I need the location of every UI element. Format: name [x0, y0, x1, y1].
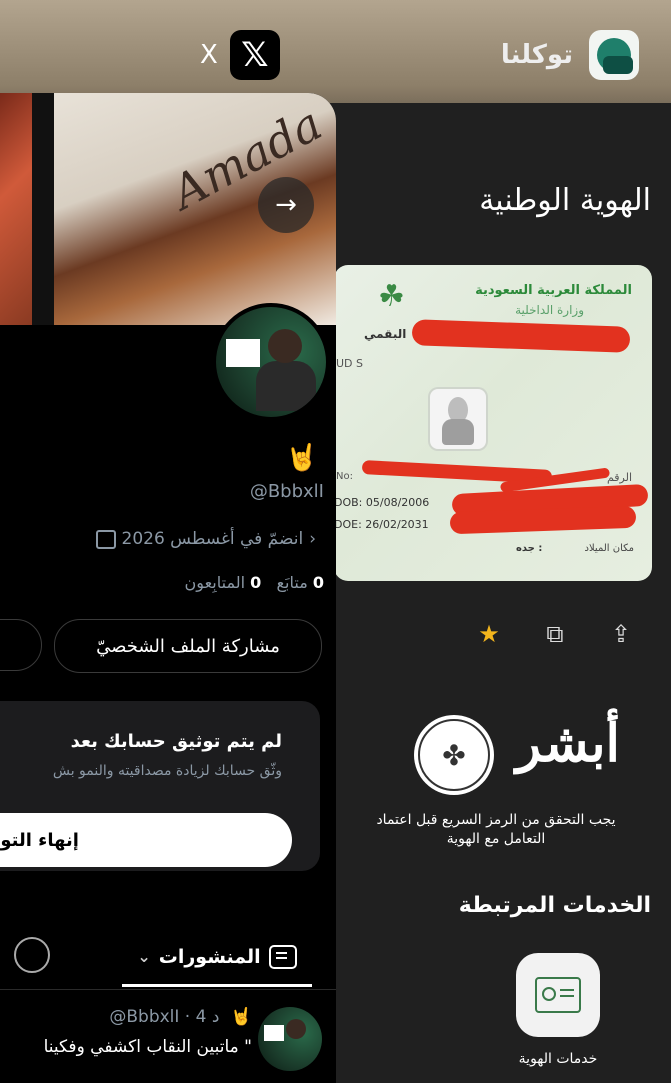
related-services-title: الخدمات المرتبطة [458, 893, 651, 918]
tab-posts[interactable]: المنشورات ⌄ [122, 929, 312, 987]
saudi-emblem-icon: ☘ [378, 279, 405, 314]
national-id-card-image[interactable]: ☘ المملكة العربية السعودية وزارة الداخلي… [334, 265, 652, 581]
post-author-emoji: 🤘 [230, 1007, 252, 1027]
finish-verification-button[interactable]: إنهاء التوثيق [0, 813, 292, 867]
id-birthplace-label: مكان الميلاد [584, 543, 635, 554]
id-card-actions: ★ ⧉ ⇪ [472, 617, 638, 651]
share-profile-button[interactable]: مشاركة الملف الشخصيّ [54, 619, 322, 673]
tawakkalna-app-icon[interactable] [589, 30, 639, 80]
post-item[interactable]: @BbbxlI · 4 د 🤘 " ماتبين النقاب اكشفي وف… [0, 997, 336, 1083]
verify-title: لم يتم توثيق حسابك بعد [70, 731, 282, 752]
followers-count: 0 [250, 573, 262, 592]
redaction-mark [411, 319, 631, 353]
close-app-icon[interactable]: X [200, 40, 218, 70]
banner-image [0, 93, 32, 325]
post-avatar[interactable] [258, 1007, 322, 1071]
follow-counts[interactable]: 0 متابَع 0 المتابِعون [185, 573, 324, 592]
id-card-icon [535, 977, 581, 1013]
x-app-icon[interactable]: 𝕏 [229, 30, 280, 80]
followers-label: المتابِعون [184, 573, 246, 592]
profile-banner[interactable]: Amada → [0, 93, 336, 325]
verify-subtitle: وثّق حسابك لزيادة مصداقيته والنمو بش [52, 763, 282, 779]
id-photo [430, 389, 486, 449]
chevron-left-icon: ‹ [309, 529, 316, 549]
id-services-label: خدمات الهوية [518, 1051, 598, 1067]
following-count: 0 [312, 573, 324, 592]
next-arrow-icon[interactable]: → [258, 177, 314, 233]
post-text: " ماتبين النقاب اكشفي وفكينا [43, 1037, 252, 1057]
page-title: الهوية الوطنية [479, 183, 651, 218]
tawakkalna-app-label[interactable]: توكلنا [501, 22, 639, 88]
copy-icon[interactable]: ⧉ [538, 617, 572, 651]
replies-bubble-icon[interactable] [14, 937, 50, 973]
calendar-icon [95, 529, 116, 549]
id-name-en: UD S [336, 357, 364, 370]
profile-secondary-button[interactable]: ت [0, 619, 42, 671]
verify-account-card: لم يتم توثيق حسابك بعد وثّق حسابك لزيادة… [0, 701, 320, 871]
qr-verify-notice: يجب التحقق من الرمز السريع قبل اعتماد ال… [376, 812, 616, 847]
id-kingdom-text: المملكة العربية السعودية [475, 283, 632, 298]
id-dob: DOB: 05/08/2006 [334, 496, 430, 509]
id-birthplace-value: : جده [516, 543, 543, 554]
ministry-seal-icon: ✤ [414, 715, 494, 795]
x-app-card[interactable]: Amada → 🤘 @BbbxlI ‹ انضمّ في أغسطس 2026 … [0, 93, 336, 1083]
joined-date: ‹ انضمّ في أغسطس 2026 [95, 529, 316, 549]
chevron-down-icon[interactable]: ⌄ [137, 947, 150, 966]
post-meta: @BbbxlI · 4 د 🤘 [109, 1007, 252, 1027]
id-ministry-text: وزارة الداخلية [515, 303, 584, 317]
tab-posts-label: المنشورات [158, 945, 261, 968]
absher-logo: أبشر [516, 713, 624, 774]
tawakkalna-app-name: توكلنا [500, 40, 573, 70]
id-name-ar: البقمي [364, 327, 407, 341]
id-number-label-en: No: [336, 471, 353, 482]
star-icon[interactable]: ★ [472, 617, 506, 651]
display-name-emoji: 🤘 [285, 443, 318, 473]
posts-icon [268, 944, 297, 969]
post-handle-time: @BbbxlI · 4 د [109, 1007, 220, 1027]
profile-tabs: المنشورات ⌄ [0, 929, 336, 990]
profile-avatar[interactable] [212, 303, 330, 421]
profile-handle: @BbbxlI [249, 481, 324, 502]
id-number-label-ar: الرقم [606, 471, 632, 484]
banner-separator [32, 93, 54, 325]
joined-date-text: انضمّ في أغسطس 2026 [121, 529, 304, 549]
id-services-button[interactable] [516, 953, 600, 1037]
following-label: متابَع [276, 573, 308, 592]
id-doe: DOE: 26/02/2031 [334, 518, 429, 531]
twitter-app-label[interactable]: X 𝕏 [200, 22, 280, 88]
share-icon[interactable]: ⇪ [604, 617, 638, 651]
